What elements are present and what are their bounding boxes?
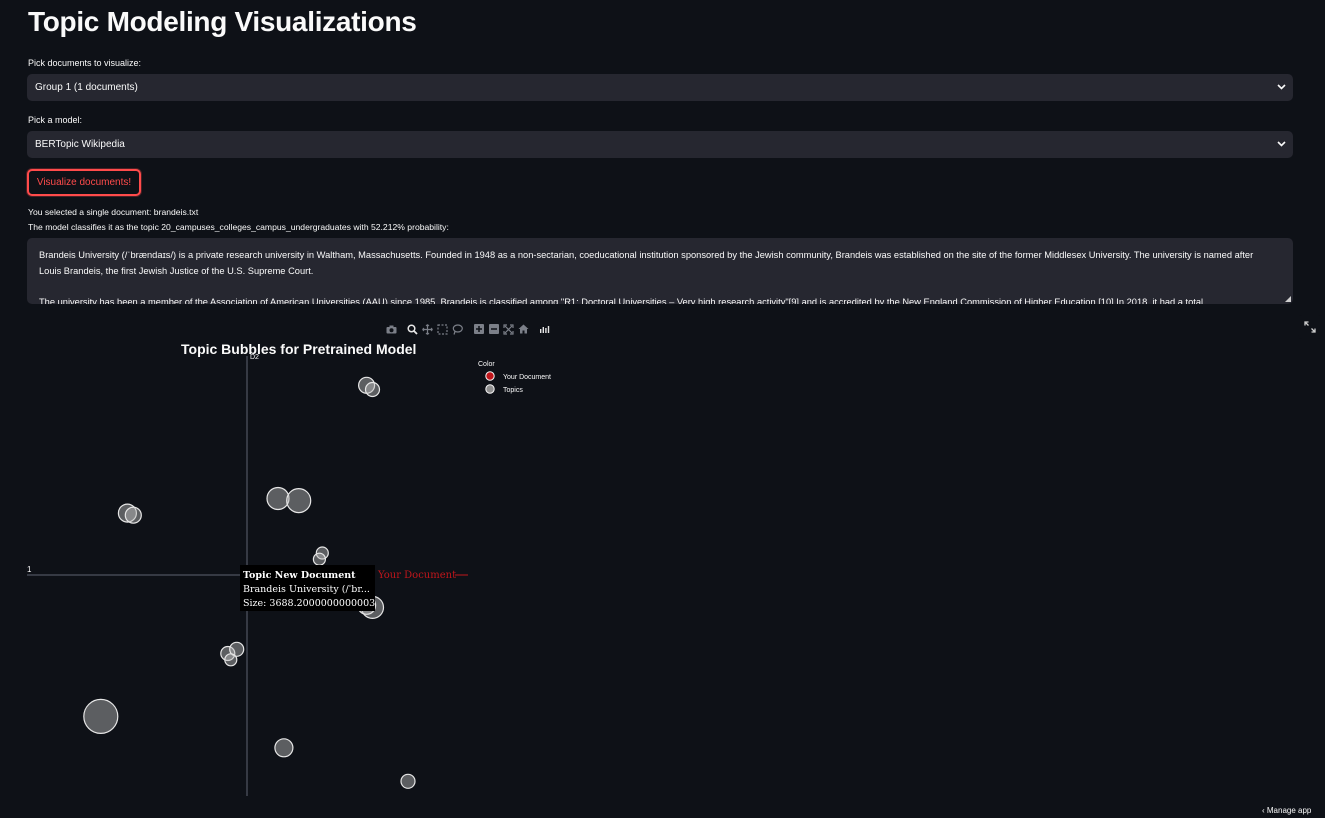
your-document-annotation: Your Document bbox=[377, 570, 456, 581]
legend-item-topics[interactable]: Topics bbox=[485, 384, 524, 394]
legend-label: Your Document bbox=[503, 374, 551, 381]
chevron-down-icon bbox=[1269, 82, 1293, 93]
model-select-label: Pick a model: bbox=[28, 115, 83, 125]
topic-bubble[interactable] bbox=[274, 738, 294, 758]
resize-grip-icon[interactable] bbox=[1285, 296, 1291, 302]
documents-select-label: Pick documents to visualize: bbox=[28, 58, 142, 68]
documents-select-value: Group 1 (1 documents) bbox=[35, 82, 138, 93]
topic-bubble[interactable] bbox=[83, 698, 119, 734]
chart-title: Topic Bubbles for Pretrained Model bbox=[181, 341, 416, 357]
x-axis-tick-label: 1 bbox=[27, 565, 32, 574]
hover-tooltip: Topic New Document Brandeis University (… bbox=[240, 565, 375, 611]
legend-item-your-document[interactable]: Your Document bbox=[485, 371, 551, 381]
document-text-area[interactable]: Brandeis University (/ˈbrændaɪs/) is a p… bbox=[27, 238, 1293, 304]
legend-label: Topics bbox=[503, 387, 523, 394]
chart-legend: Color Your Document Topics bbox=[478, 361, 551, 394]
topic-bubble[interactable] bbox=[124, 506, 142, 524]
document-paragraph: The university has been a member of the … bbox=[39, 296, 1204, 305]
manage-app-label: Manage app bbox=[1266, 806, 1312, 815]
chevron-down-icon bbox=[1269, 139, 1293, 150]
topic-bubble[interactable] bbox=[312, 552, 326, 566]
document-paragraph: Brandeis University (/ˈbrændaɪs/) is a p… bbox=[39, 250, 1254, 276]
topic-bubble[interactable] bbox=[400, 773, 416, 789]
topic-bubble[interactable] bbox=[266, 486, 290, 511]
page-title: Topic Modeling Visualizations bbox=[28, 6, 417, 37]
tooltip-line: Brandeis University (/ˈbr... bbox=[243, 584, 370, 595]
manage-app-button[interactable]: ‹ Manage app bbox=[1262, 806, 1325, 818]
topic-bubbles-chart[interactable]: 1 D2 Topic Bubbles for Pretrained Model … bbox=[0, 330, 1325, 816]
topic-bubble[interactable] bbox=[364, 381, 381, 398]
topic-bubble[interactable] bbox=[224, 653, 238, 667]
model-select-value: BERTopic Wikipedia bbox=[35, 139, 125, 150]
legend-title: Color bbox=[478, 361, 495, 368]
classification-text: The model classifies it as the topic 20_… bbox=[28, 222, 449, 232]
selected-document-text: You selected a single document: brandeis… bbox=[28, 207, 199, 217]
topic-bubble[interactable] bbox=[286, 488, 312, 514]
tooltip-title: Topic New Document bbox=[243, 570, 356, 581]
tooltip-line: Size: 3688.2000000000003 bbox=[243, 598, 375, 609]
visualize-documents-button[interactable]: Visualize documents! bbox=[27, 169, 141, 196]
documents-select[interactable]: Group 1 (1 documents) bbox=[27, 74, 1293, 101]
model-select[interactable]: BERTopic Wikipedia bbox=[27, 131, 1293, 158]
chart-axes: 1 D2 bbox=[27, 354, 259, 796]
